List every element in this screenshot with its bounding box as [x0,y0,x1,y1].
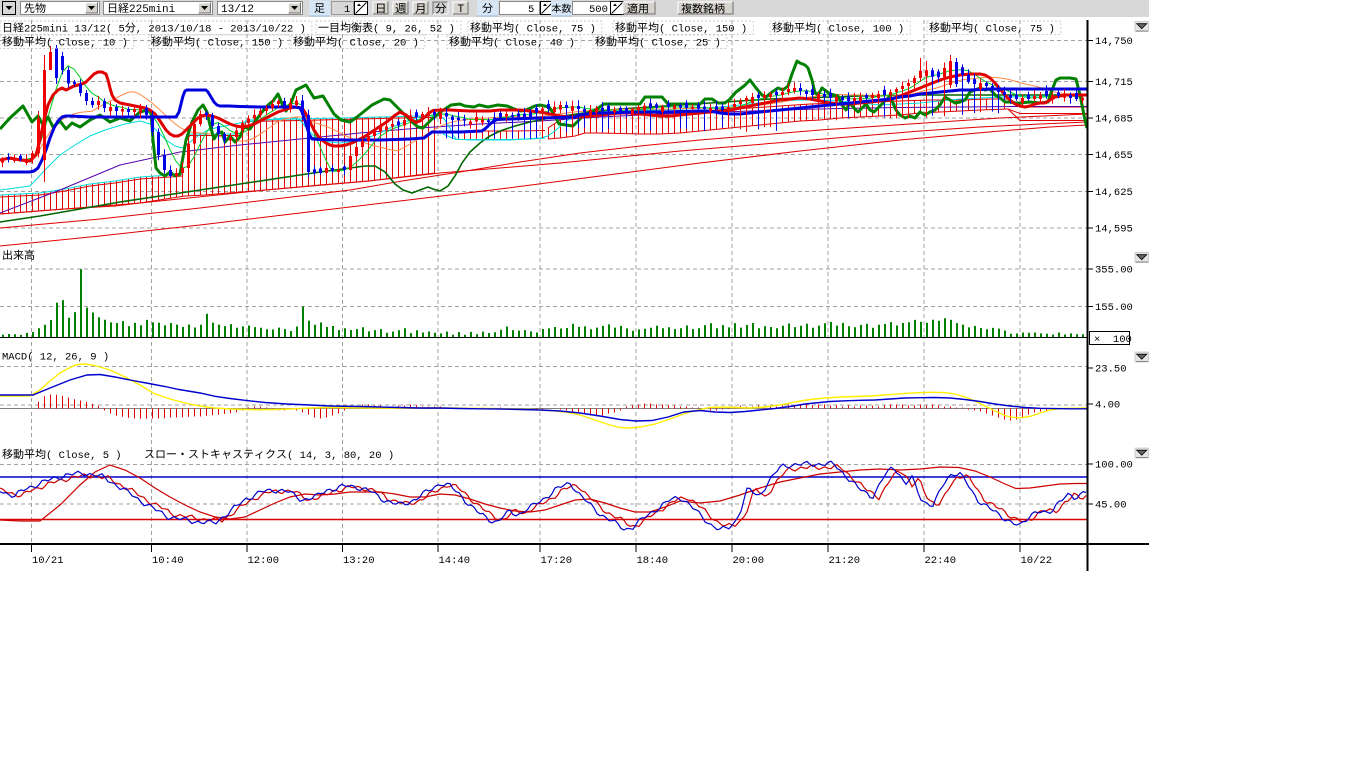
svg-text:17:20: 17:20 [541,555,573,567]
svg-text:MACD( 12, 26, 9 ): MACD( 12, 26, 9 ) [2,352,109,364]
svg-text:225mini 13/12( 5: 225mini 13/12( 5 [24,24,125,36]
svg-text:155.00: 155.00 [1095,302,1133,314]
svg-text:500: 500 [589,4,608,16]
svg-text:21:20: 21:20 [829,555,861,567]
svg-text:( Close, 40 ): ( Close, 40 ) [493,38,575,50]
svg-text:13:20: 13:20 [343,555,375,567]
svg-text:14,750: 14,750 [1095,36,1133,48]
svg-text:( Close, 150 ): ( Close, 150 ) [195,38,283,50]
svg-text:23.50: 23.50 [1095,364,1127,376]
svg-text:( Close, 20 ): ( Close, 20 ) [337,38,419,50]
svg-text:( Close, 150 ): ( Close, 150 ) [659,24,747,36]
svg-text:( Close, 75 ): ( Close, 75 ) [514,24,596,36]
svg-text:10:40: 10:40 [152,555,184,567]
svg-text:20:00: 20:00 [733,555,765,567]
svg-text:( 14, 3, 80, 20 ): ( 14, 3, 80, 20 ) [287,450,394,462]
svg-text:225mini: 225mini [129,4,176,16]
svg-text:100.00: 100.00 [1095,460,1133,472]
svg-text:14,715: 14,715 [1095,77,1133,89]
svg-text:T: T [458,4,465,16]
svg-text:10/21: 10/21 [32,555,64,567]
svg-text:12:00: 12:00 [248,555,280,567]
svg-text:14,625: 14,625 [1095,187,1133,199]
svg-text:, 2013/10/18 - 2013/10/22 ): , 2013/10/18 - 2013/10/22 ) [136,24,306,36]
svg-text:( Close, 10 ): ( Close, 10 ) [46,38,128,50]
svg-text:5: 5 [528,4,534,16]
svg-text:14:40: 14:40 [439,555,471,567]
svg-text:1: 1 [344,4,350,16]
svg-text:14,655: 14,655 [1095,150,1133,162]
svg-text:( Close, 25 ): ( Close, 25 ) [639,38,721,50]
svg-text:14,595: 14,595 [1095,224,1133,236]
svg-text:355.00: 355.00 [1095,265,1133,277]
svg-text:( Close, 75 ): ( Close, 75 ) [973,24,1055,36]
svg-text:( Close, 100 ): ( Close, 100 ) [816,24,904,36]
svg-text:( 9, 26, 52 ): ( 9, 26, 52 ) [373,24,455,36]
svg-text:4.00: 4.00 [1095,400,1120,412]
svg-text:22:40: 22:40 [925,555,957,567]
svg-text:14,685: 14,685 [1095,114,1133,126]
svg-text:( Close, 5 ): ( Close, 5 ) [46,450,122,462]
svg-text:13/12: 13/12 [221,4,254,16]
svg-text:45.00: 45.00 [1095,500,1127,512]
svg-text:× 100: × 100 [1094,334,1132,346]
svg-text:18:40: 18:40 [637,555,669,567]
svg-text:10/22: 10/22 [1021,555,1053,567]
